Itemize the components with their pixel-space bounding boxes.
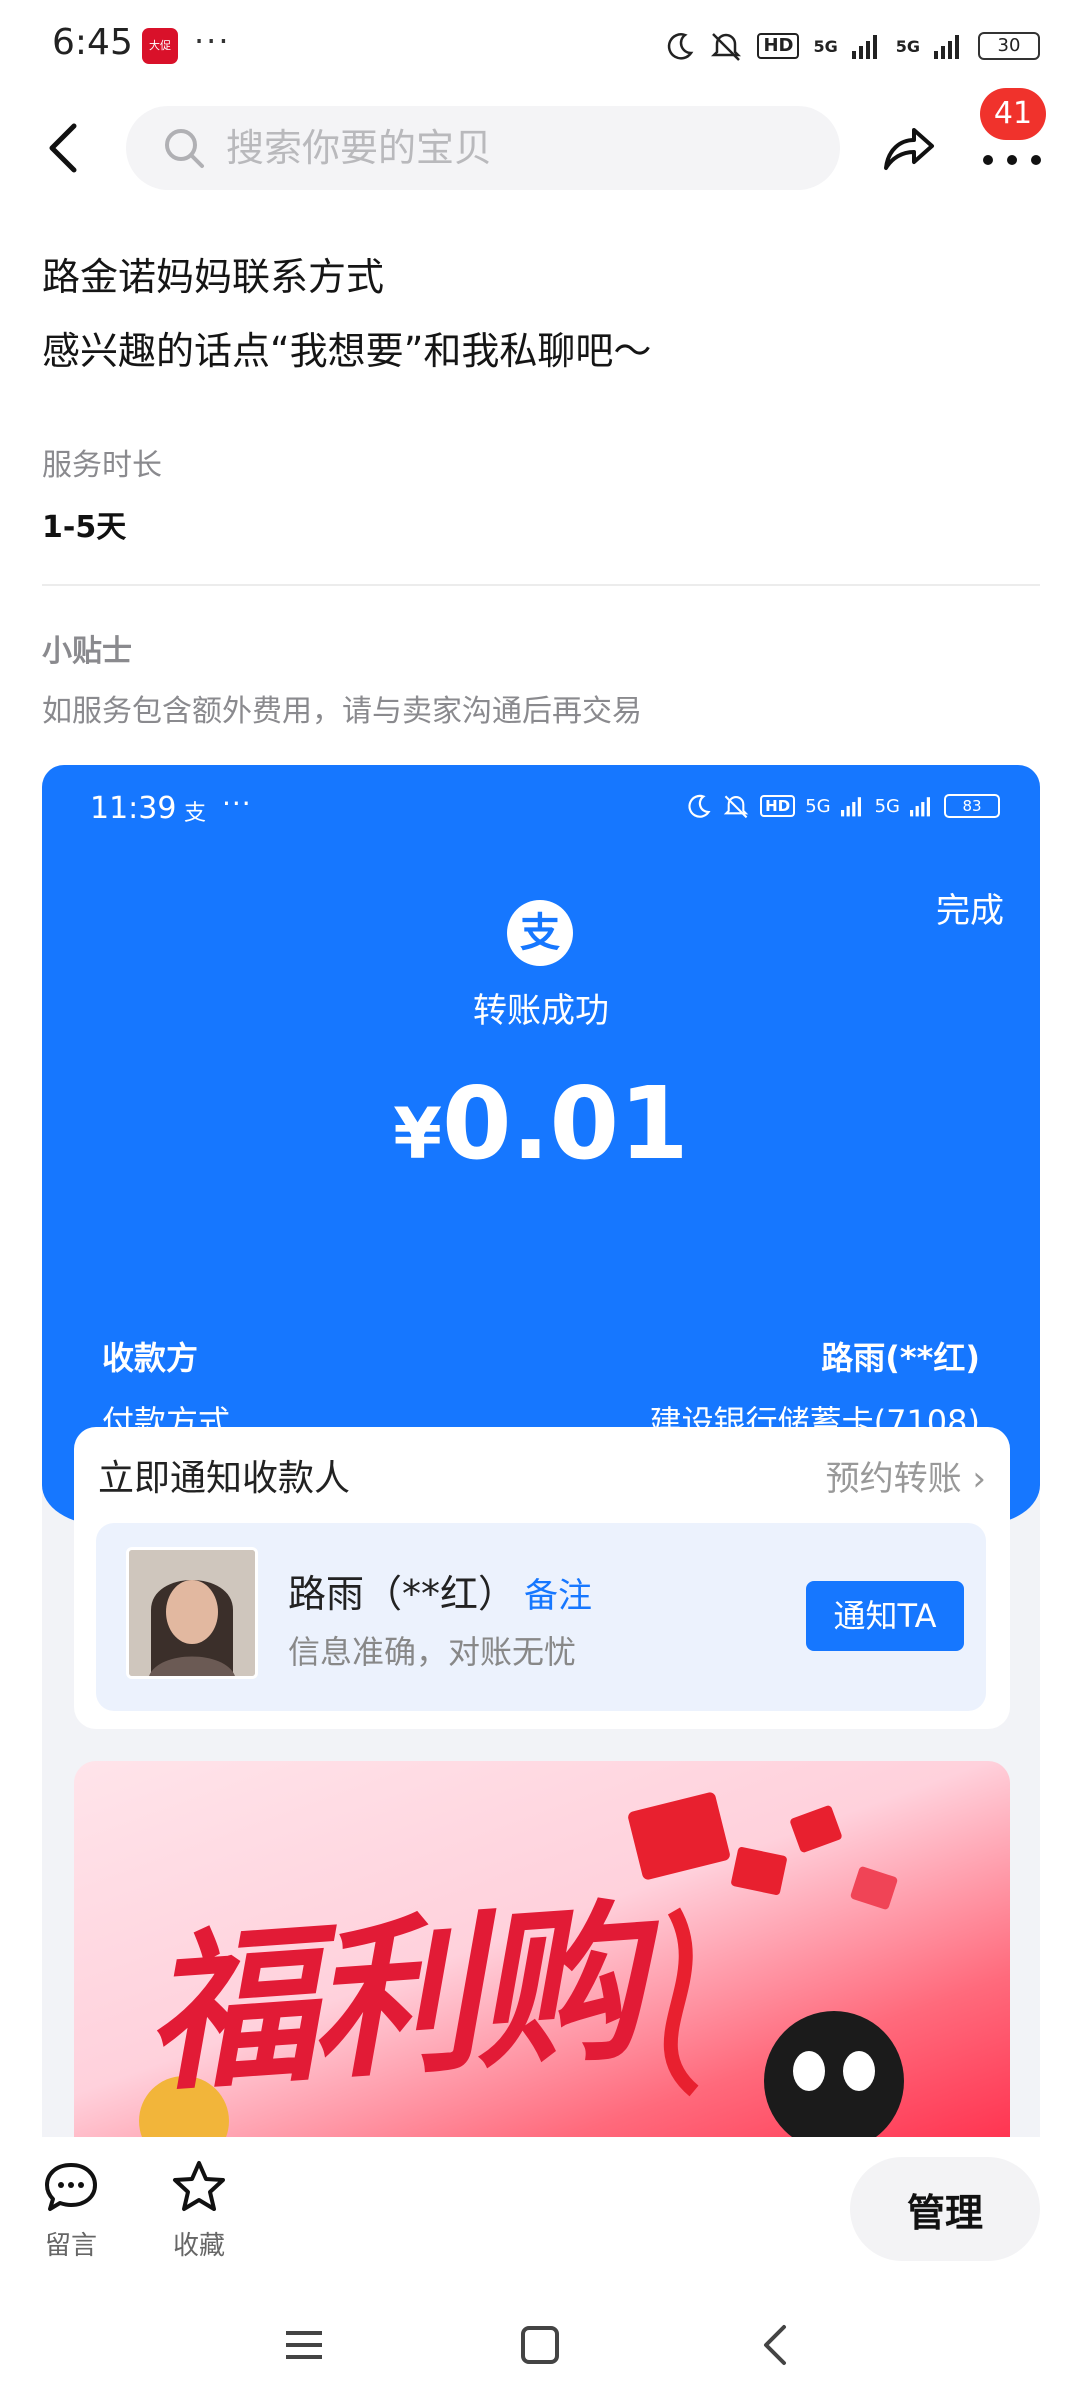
tips-title: 小贴士 [42, 634, 132, 669]
back-nav-icon[interactable] [746, 2315, 806, 2375]
payee-value: 路雨(**红) [821, 1339, 980, 1377]
status-indicators: HD 5G 5G 30 [665, 26, 1040, 66]
divider [42, 584, 1040, 586]
alipay-status-icon: 支 [184, 801, 207, 826]
embedded-status-time: 11:39 [90, 791, 177, 826]
alipay-logo-icon: 支 [507, 900, 573, 966]
moon-icon [668, 33, 694, 60]
done-button: 完成 [936, 891, 1004, 931]
bottom-action-bar: 留言 收藏 管理 [0, 2137, 1080, 2285]
payee-row: 路雨（**红） 备注 信息准确，对账无忧 通知TA [96, 1523, 986, 1711]
payee-name-row: 路雨（**红） 备注 [288, 1563, 592, 1618]
comment-button[interactable]: 留言 [26, 2157, 116, 2262]
signal-bars-icon-2 [934, 35, 959, 59]
signal-icon-2: 5G [895, 36, 920, 56]
embedded-battery-icon: 83 [944, 794, 1000, 818]
search-bar[interactable] [126, 106, 840, 190]
notify-ta-button: 通知TA [806, 1581, 964, 1651]
battery-icon: 30 [978, 32, 1040, 60]
notify-title: 立即通知收款人 [98, 1458, 351, 1499]
status-bar: 6:45 大促 ··· HD 5G 5G 30 [0, 0, 1080, 95]
tmall-app-icon: 大促 [142, 28, 178, 64]
note-link: 备注 [524, 1576, 593, 1616]
notification-badge: 41 [980, 88, 1046, 140]
favorite-button[interactable]: 收藏 [154, 2157, 244, 2262]
currency-symbol: ¥ [393, 1093, 442, 1175]
transfer-amount: ¥0.01 [42, 1065, 1040, 1182]
signal-bars-icon [851, 35, 877, 59]
scheduled-transfer-link: 预约转账 › [825, 1459, 986, 1499]
home-icon[interactable] [510, 2315, 570, 2375]
share-icon[interactable] [878, 118, 938, 178]
amount-value: 0.01 [441, 1065, 689, 1182]
notify-payee-card: 立即通知收款人 预约转账 › 路雨（**红） 备注 信息准确，对账无忧 通知TA [74, 1427, 1010, 1729]
promo-banner: 福利购 [74, 1761, 1010, 2137]
tips-text: 如服务包含额外费用，请与卖家沟通后再交易 [42, 694, 642, 729]
search-icon [165, 129, 204, 168]
embedded-more-icon: ··· [222, 787, 252, 820]
payee-label: 收款方 [102, 1339, 199, 1377]
status-time: 6:45 [52, 22, 133, 63]
embedded-signal-icon-2: 5G [874, 795, 900, 817]
embedded-signal-icon: 5G [805, 795, 831, 817]
embedded-mute-icon [723, 795, 749, 819]
payee-avatar [126, 1547, 258, 1679]
transfer-success-header: 11:39 支 ··· HD 5G 5G 83 完成 支 转账成功 ¥0.01 … [42, 765, 1040, 1525]
menu-icon[interactable] [274, 2315, 334, 2375]
transfer-success-text: 转账成功 [473, 991, 609, 1031]
signal-icon: 5G [813, 36, 838, 56]
comment-label: 留言 [44, 2231, 97, 2261]
service-duration-label: 服务时长 [42, 448, 162, 483]
system-navigation-bar [0, 2285, 1080, 2400]
promo-text: 福利购 [138, 1884, 644, 2116]
payee-subtext: 信息准确，对账无忧 [288, 1633, 577, 1671]
chat-bubble-icon [45, 2163, 97, 2211]
embedded-signal-bars-icon [840, 797, 861, 817]
hd-icon: HD [757, 33, 800, 59]
embedded-hd-icon: HD [760, 795, 796, 817]
service-duration-value: 1-5天 [42, 510, 127, 545]
listing-image[interactable]: 11:39 支 ··· HD 5G 5G 83 完成 支 转账成功 ¥0.01 … [42, 765, 1040, 2137]
description-line-1: 路金诺妈妈联系方式 [42, 255, 385, 299]
embedded-signal-bars-icon-2 [910, 797, 930, 817]
back-arrow-icon[interactable] [40, 118, 88, 178]
payee-name: 路雨（**红） [288, 1572, 517, 1616]
more-notifications-icon: ··· [194, 22, 231, 60]
embedded-moon-icon [688, 794, 711, 818]
avatar-photo [129, 1550, 255, 1676]
listing-description: 路金诺妈妈联系方式 感兴趣的话点“我想要”和我私聊吧～ [42, 240, 1042, 388]
favorite-label: 收藏 [172, 2231, 225, 2261]
manage-button[interactable]: 管理 [850, 2157, 1040, 2261]
star-icon [173, 2161, 225, 2211]
search-input[interactable] [226, 126, 786, 170]
mute-bell-icon [711, 33, 742, 61]
description-line-2: 感兴趣的话点“我想要”和我私聊吧～ [42, 329, 652, 373]
embedded-status-indicators: HD 5G 5G 83 [686, 793, 1000, 819]
